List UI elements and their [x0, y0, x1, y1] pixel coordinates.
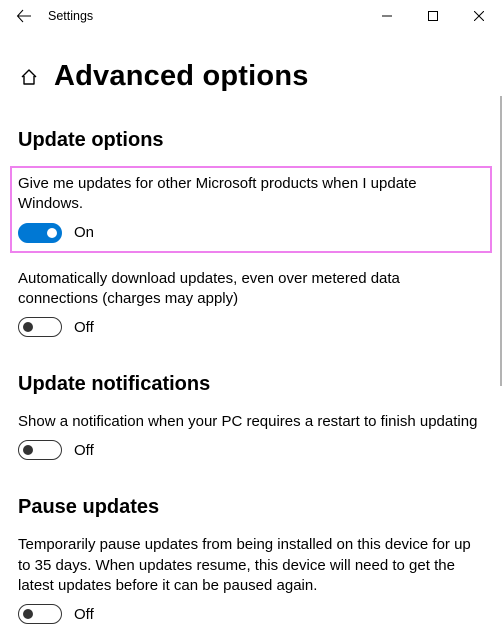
section-heading-pause-updates: Pause updates	[18, 496, 484, 519]
close-icon	[474, 11, 484, 21]
home-icon[interactable]	[18, 66, 40, 88]
minimize-icon	[382, 11, 392, 21]
toggle-notifications[interactable]	[18, 440, 62, 460]
toggle-state-label: Off	[74, 606, 94, 623]
section-heading-update-options: Update options	[18, 129, 484, 152]
setting-row: Off	[18, 317, 484, 337]
content-area: Advanced options Update options Give me …	[0, 32, 502, 636]
page-title: Advanced options	[54, 60, 309, 93]
setting-row: On	[18, 223, 484, 243]
arrow-left-icon	[16, 8, 32, 24]
back-button[interactable]	[4, 0, 44, 32]
section-heading-update-notifications: Update notifications	[18, 373, 484, 396]
toggle-state-label: Off	[74, 442, 94, 459]
setting-desc-pause: Temporarily pause updates from being ins…	[18, 535, 484, 596]
toggle-state-label: Off	[74, 319, 94, 336]
close-button[interactable]	[456, 0, 502, 32]
toggle-metered[interactable]	[18, 317, 62, 337]
toggle-other-products[interactable]	[18, 223, 62, 243]
window-title: Settings	[44, 9, 93, 23]
setting-desc-other-products: Give me updates for other Microsoft prod…	[18, 174, 484, 215]
titlebar: Settings	[0, 0, 502, 32]
setting-desc-metered: Automatically download updates, even ove…	[18, 269, 484, 310]
page-header: Advanced options	[18, 60, 484, 93]
toggle-state-label: On	[74, 224, 94, 241]
maximize-icon	[428, 11, 438, 21]
toggle-pause[interactable]	[18, 604, 62, 624]
maximize-button[interactable]	[410, 0, 456, 32]
setting-row: Off	[18, 604, 484, 624]
setting-desc-notifications: Show a notification when your PC require…	[18, 412, 484, 432]
highlighted-setting: Give me updates for other Microsoft prod…	[10, 166, 492, 253]
minimize-button[interactable]	[364, 0, 410, 32]
window-controls	[364, 0, 502, 32]
setting-row: Off	[18, 440, 484, 460]
